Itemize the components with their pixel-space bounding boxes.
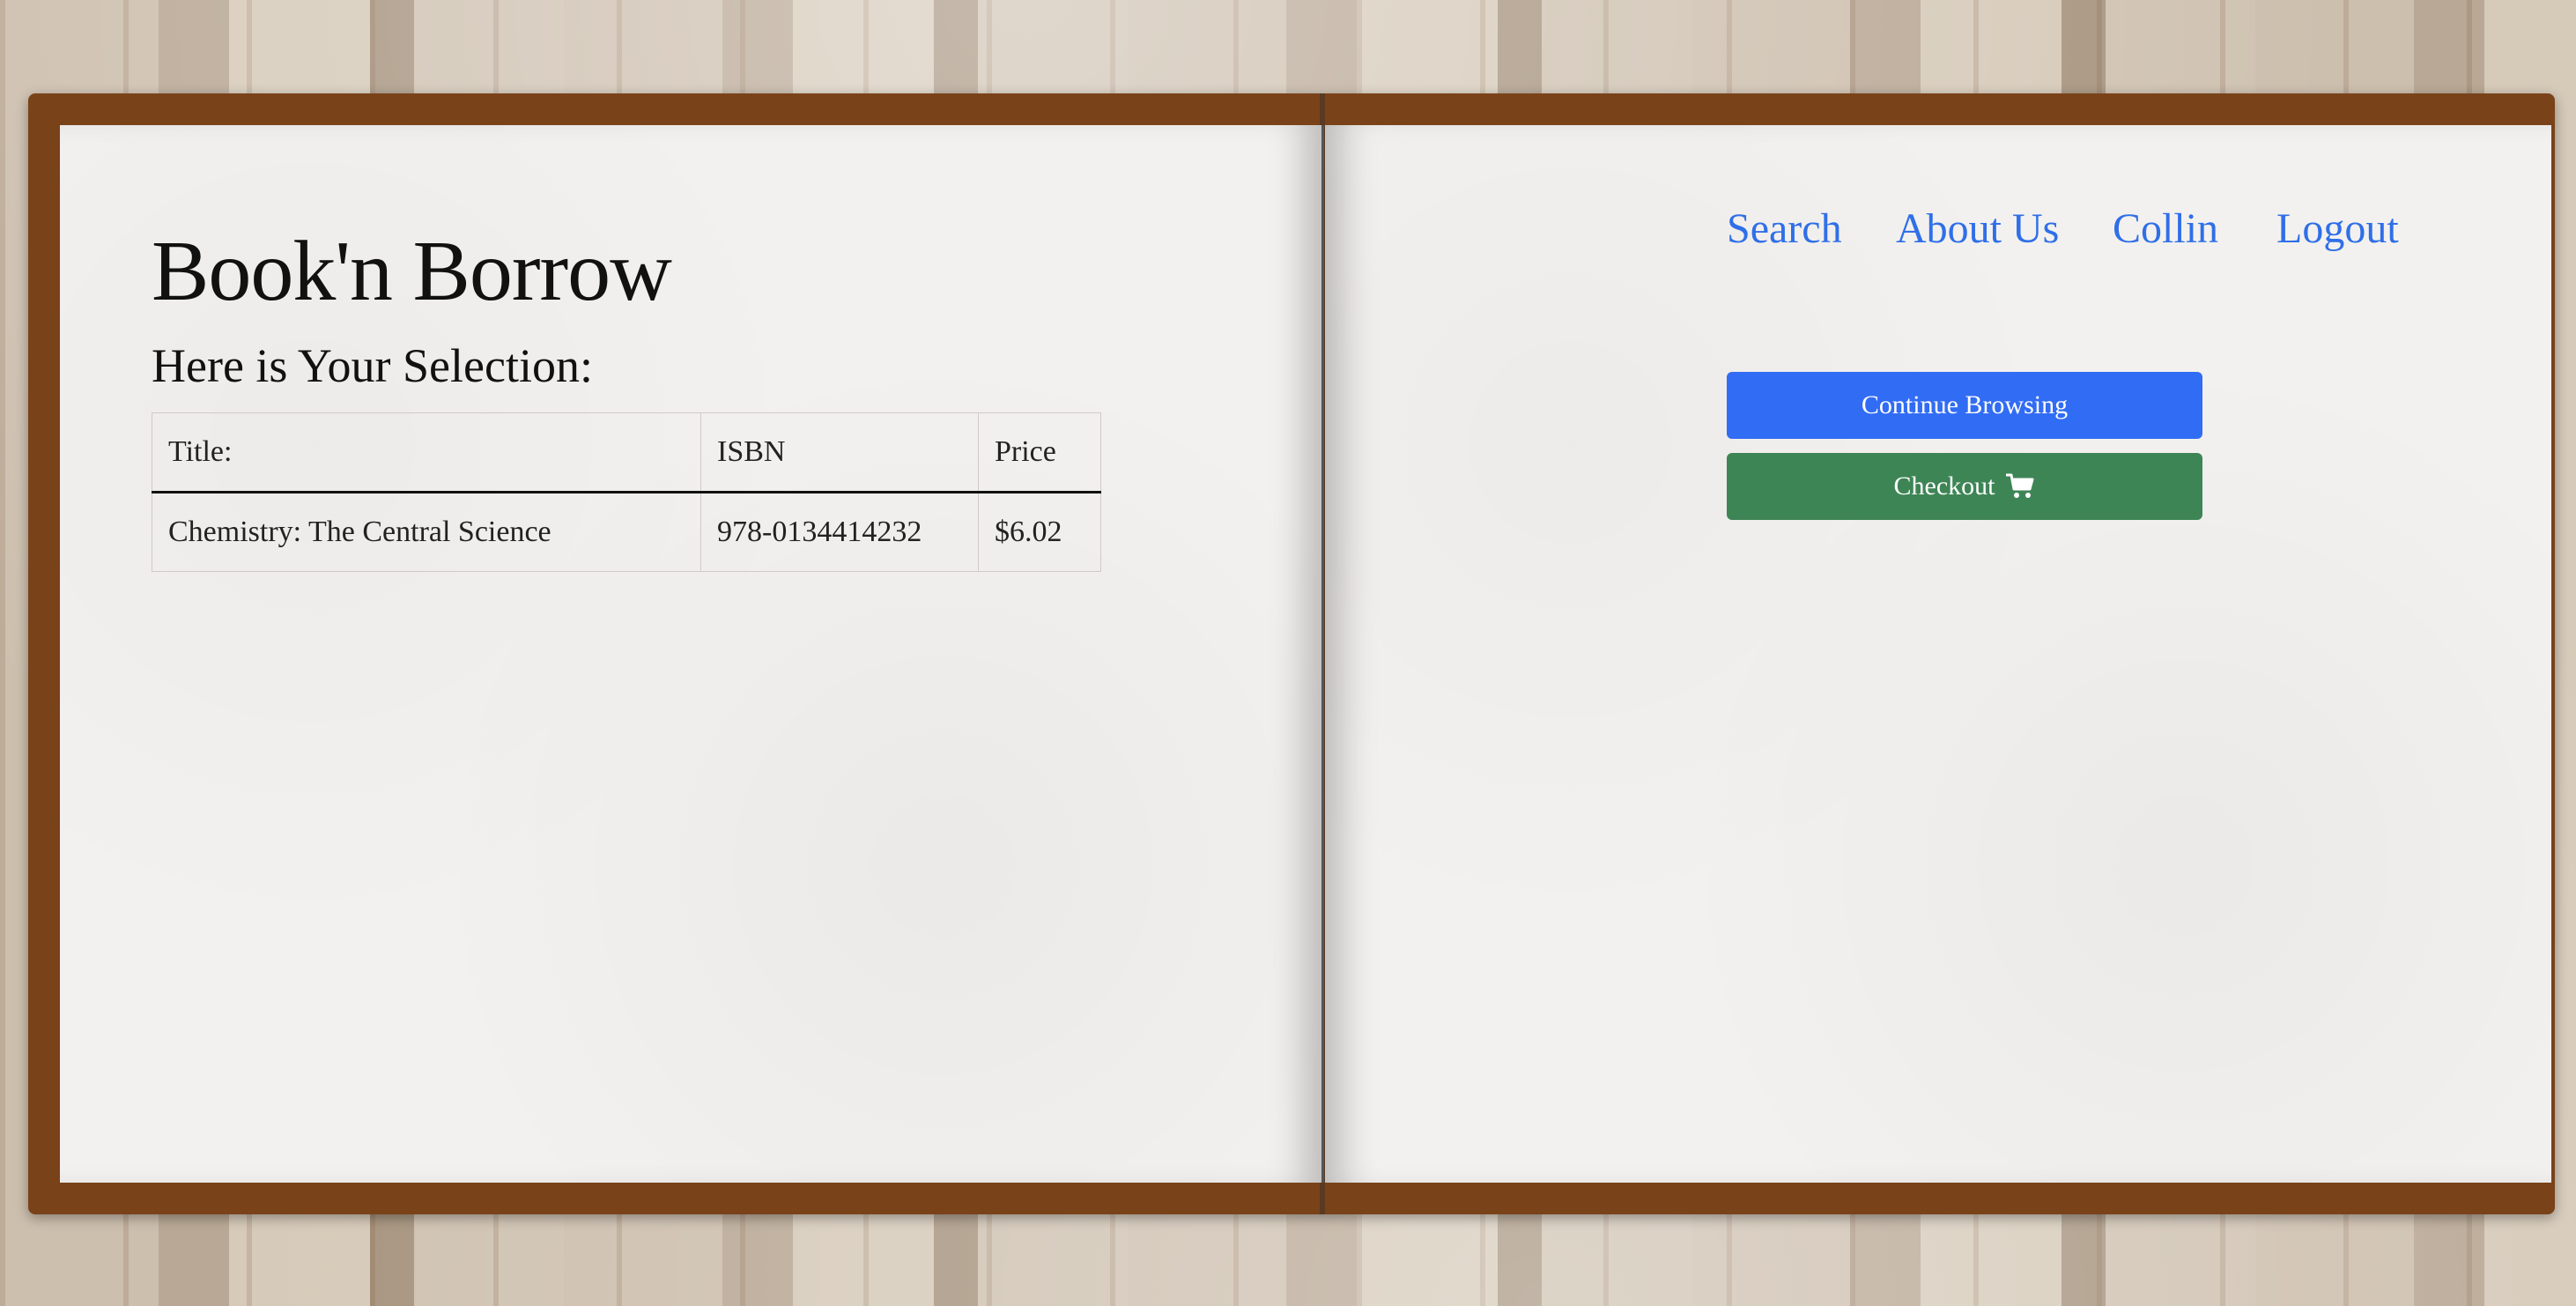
nav-link-search[interactable]: Search — [1727, 204, 1842, 253]
left-page: Book'n Borrow Here is Your Selection: Ti… — [60, 125, 1321, 1183]
book-price-cell: $6.02 — [978, 492, 1101, 572]
selection-heading: Here is Your Selection: — [152, 339, 593, 392]
table-header-row: Title: ISBN Price — [152, 412, 1101, 493]
continue-browsing-label: Continue Browsing — [1861, 390, 2069, 419]
continue-browsing-button[interactable]: Continue Browsing — [1727, 372, 2202, 439]
top-navigation: Search About Us Collin Logout — [1325, 204, 2551, 275]
nav-link-logout[interactable]: Logout — [2276, 204, 2399, 253]
shopping-cart-icon — [2005, 473, 2035, 500]
selection-table: Title: ISBN Price Chemistry: The Central… — [152, 412, 1101, 572]
book-title-cell: Chemistry: The Central Science — [152, 492, 701, 572]
column-header-isbn: ISBN — [700, 412, 979, 493]
column-header-title: Title: — [152, 412, 701, 493]
nav-link-user-profile[interactable]: Collin — [2113, 204, 2218, 253]
book-isbn-cell: 978-0134414232 — [700, 492, 979, 572]
checkout-button[interactable]: Checkout — [1727, 453, 2202, 520]
table-row: Chemistry: The Central Science 978-01344… — [152, 492, 1101, 572]
open-book-frame: Book'n Borrow Here is Your Selection: Ti… — [28, 93, 2555, 1214]
right-page: Search About Us Collin Logout Continue B… — [1325, 125, 2551, 1183]
page-gutter-line — [1321, 125, 1324, 1183]
nav-link-about-us[interactable]: About Us — [1896, 204, 2059, 253]
site-title: Book'n Borrow — [152, 224, 672, 319]
column-header-price: Price — [978, 412, 1101, 493]
checkout-label: Checkout — [1893, 471, 1995, 501]
